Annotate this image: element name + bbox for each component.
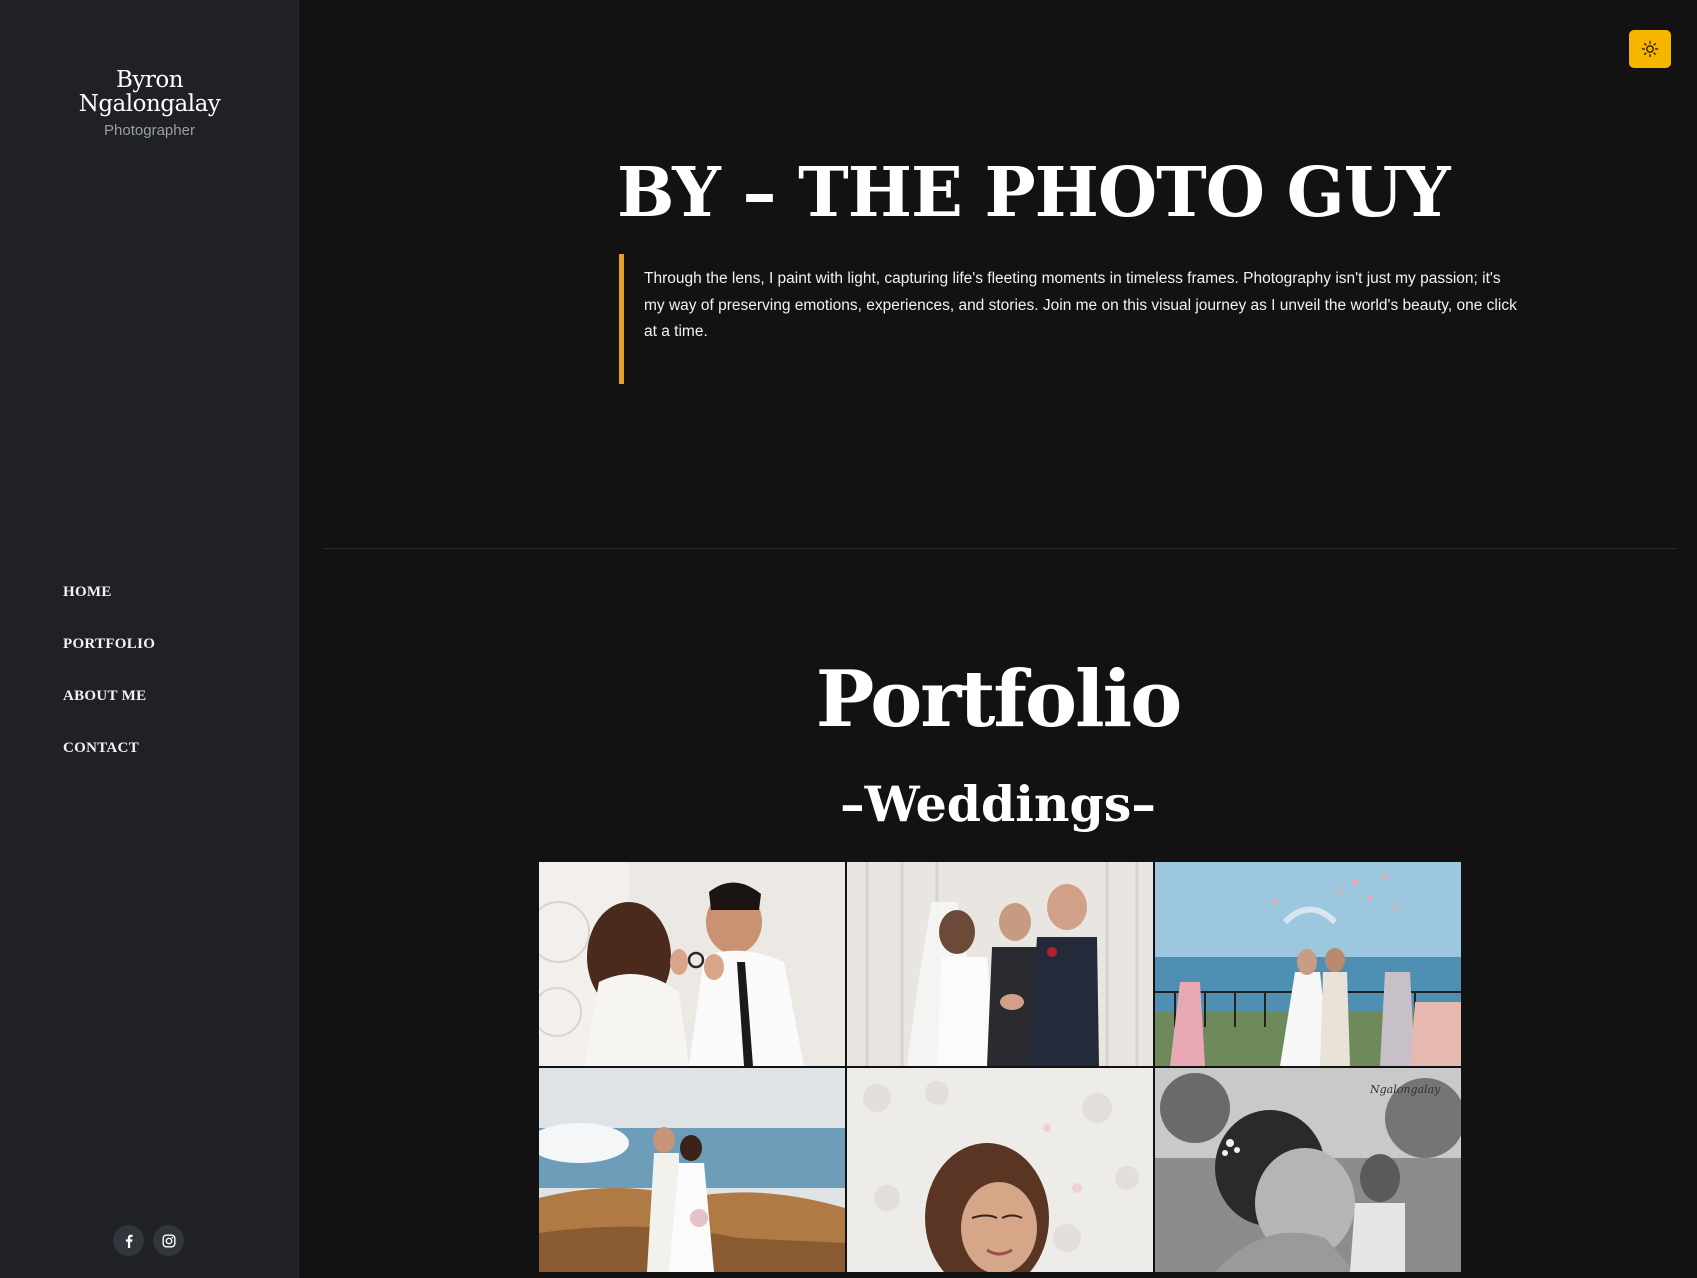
svg-text:Ngalongalay: Ngalongalay [1369, 1083, 1441, 1096]
hero-quote: Through the lens, I paint with light, ca… [619, 254, 1524, 384]
photo-bw-bride-image: Ngalongalay [1155, 1068, 1461, 1272]
weddings-category-title: –Weddings– [840, 775, 1156, 833]
facebook-icon [125, 1234, 133, 1248]
sun-icon [1641, 40, 1659, 58]
hero-text: Through the lens, I paint with light, ca… [644, 270, 1517, 340]
theme-toggle-button[interactable] [1629, 30, 1671, 68]
brand: Byron Ngalongalay Photographer [0, 68, 299, 139]
facebook-button[interactable] [113, 1225, 144, 1256]
nav-contact-link[interactable]: CONTACT [63, 736, 155, 788]
photo-beach-couple-image [539, 1068, 845, 1272]
photo-ceremony-image [847, 862, 1153, 1066]
social-links [113, 1225, 184, 1256]
wedding-photo[interactable] [847, 862, 1153, 1066]
nav-about-link[interactable]: ABOUT ME [63, 684, 155, 736]
photo-seaside-ceremony-image [1155, 862, 1461, 1066]
nav-portfolio-link[interactable]: PORTFOLIO [63, 632, 155, 684]
main-nav: HOME PORTFOLIO ABOUT ME CONTACT [63, 580, 155, 788]
instagram-icon [162, 1234, 176, 1248]
wedding-photo[interactable] [539, 1068, 845, 1272]
portfolio-title: Portfolio [815, 654, 1183, 745]
photo-bride-portrait-image [847, 1068, 1153, 1272]
photo-couple-ring-image [539, 862, 845, 1066]
brand-name[interactable]: Byron Ngalongalay [60, 68, 240, 116]
wedding-photo[interactable]: Ngalongalay [1155, 1068, 1461, 1272]
nav-home-link[interactable]: HOME [63, 580, 155, 632]
wedding-photo[interactable] [539, 862, 845, 1066]
wedding-photo[interactable] [847, 1068, 1153, 1272]
sidebar: Byron Ngalongalay Photographer HOME PORT… [0, 0, 299, 1278]
wedding-photo-grid: Ngalongalay [539, 862, 1461, 1272]
instagram-button[interactable] [153, 1225, 184, 1256]
hero-title: BY – THE PHOTO GUY [617, 153, 1451, 233]
brand-role: Photographer [104, 122, 195, 139]
wedding-photo[interactable] [1155, 862, 1461, 1066]
section-divider [324, 548, 1676, 549]
